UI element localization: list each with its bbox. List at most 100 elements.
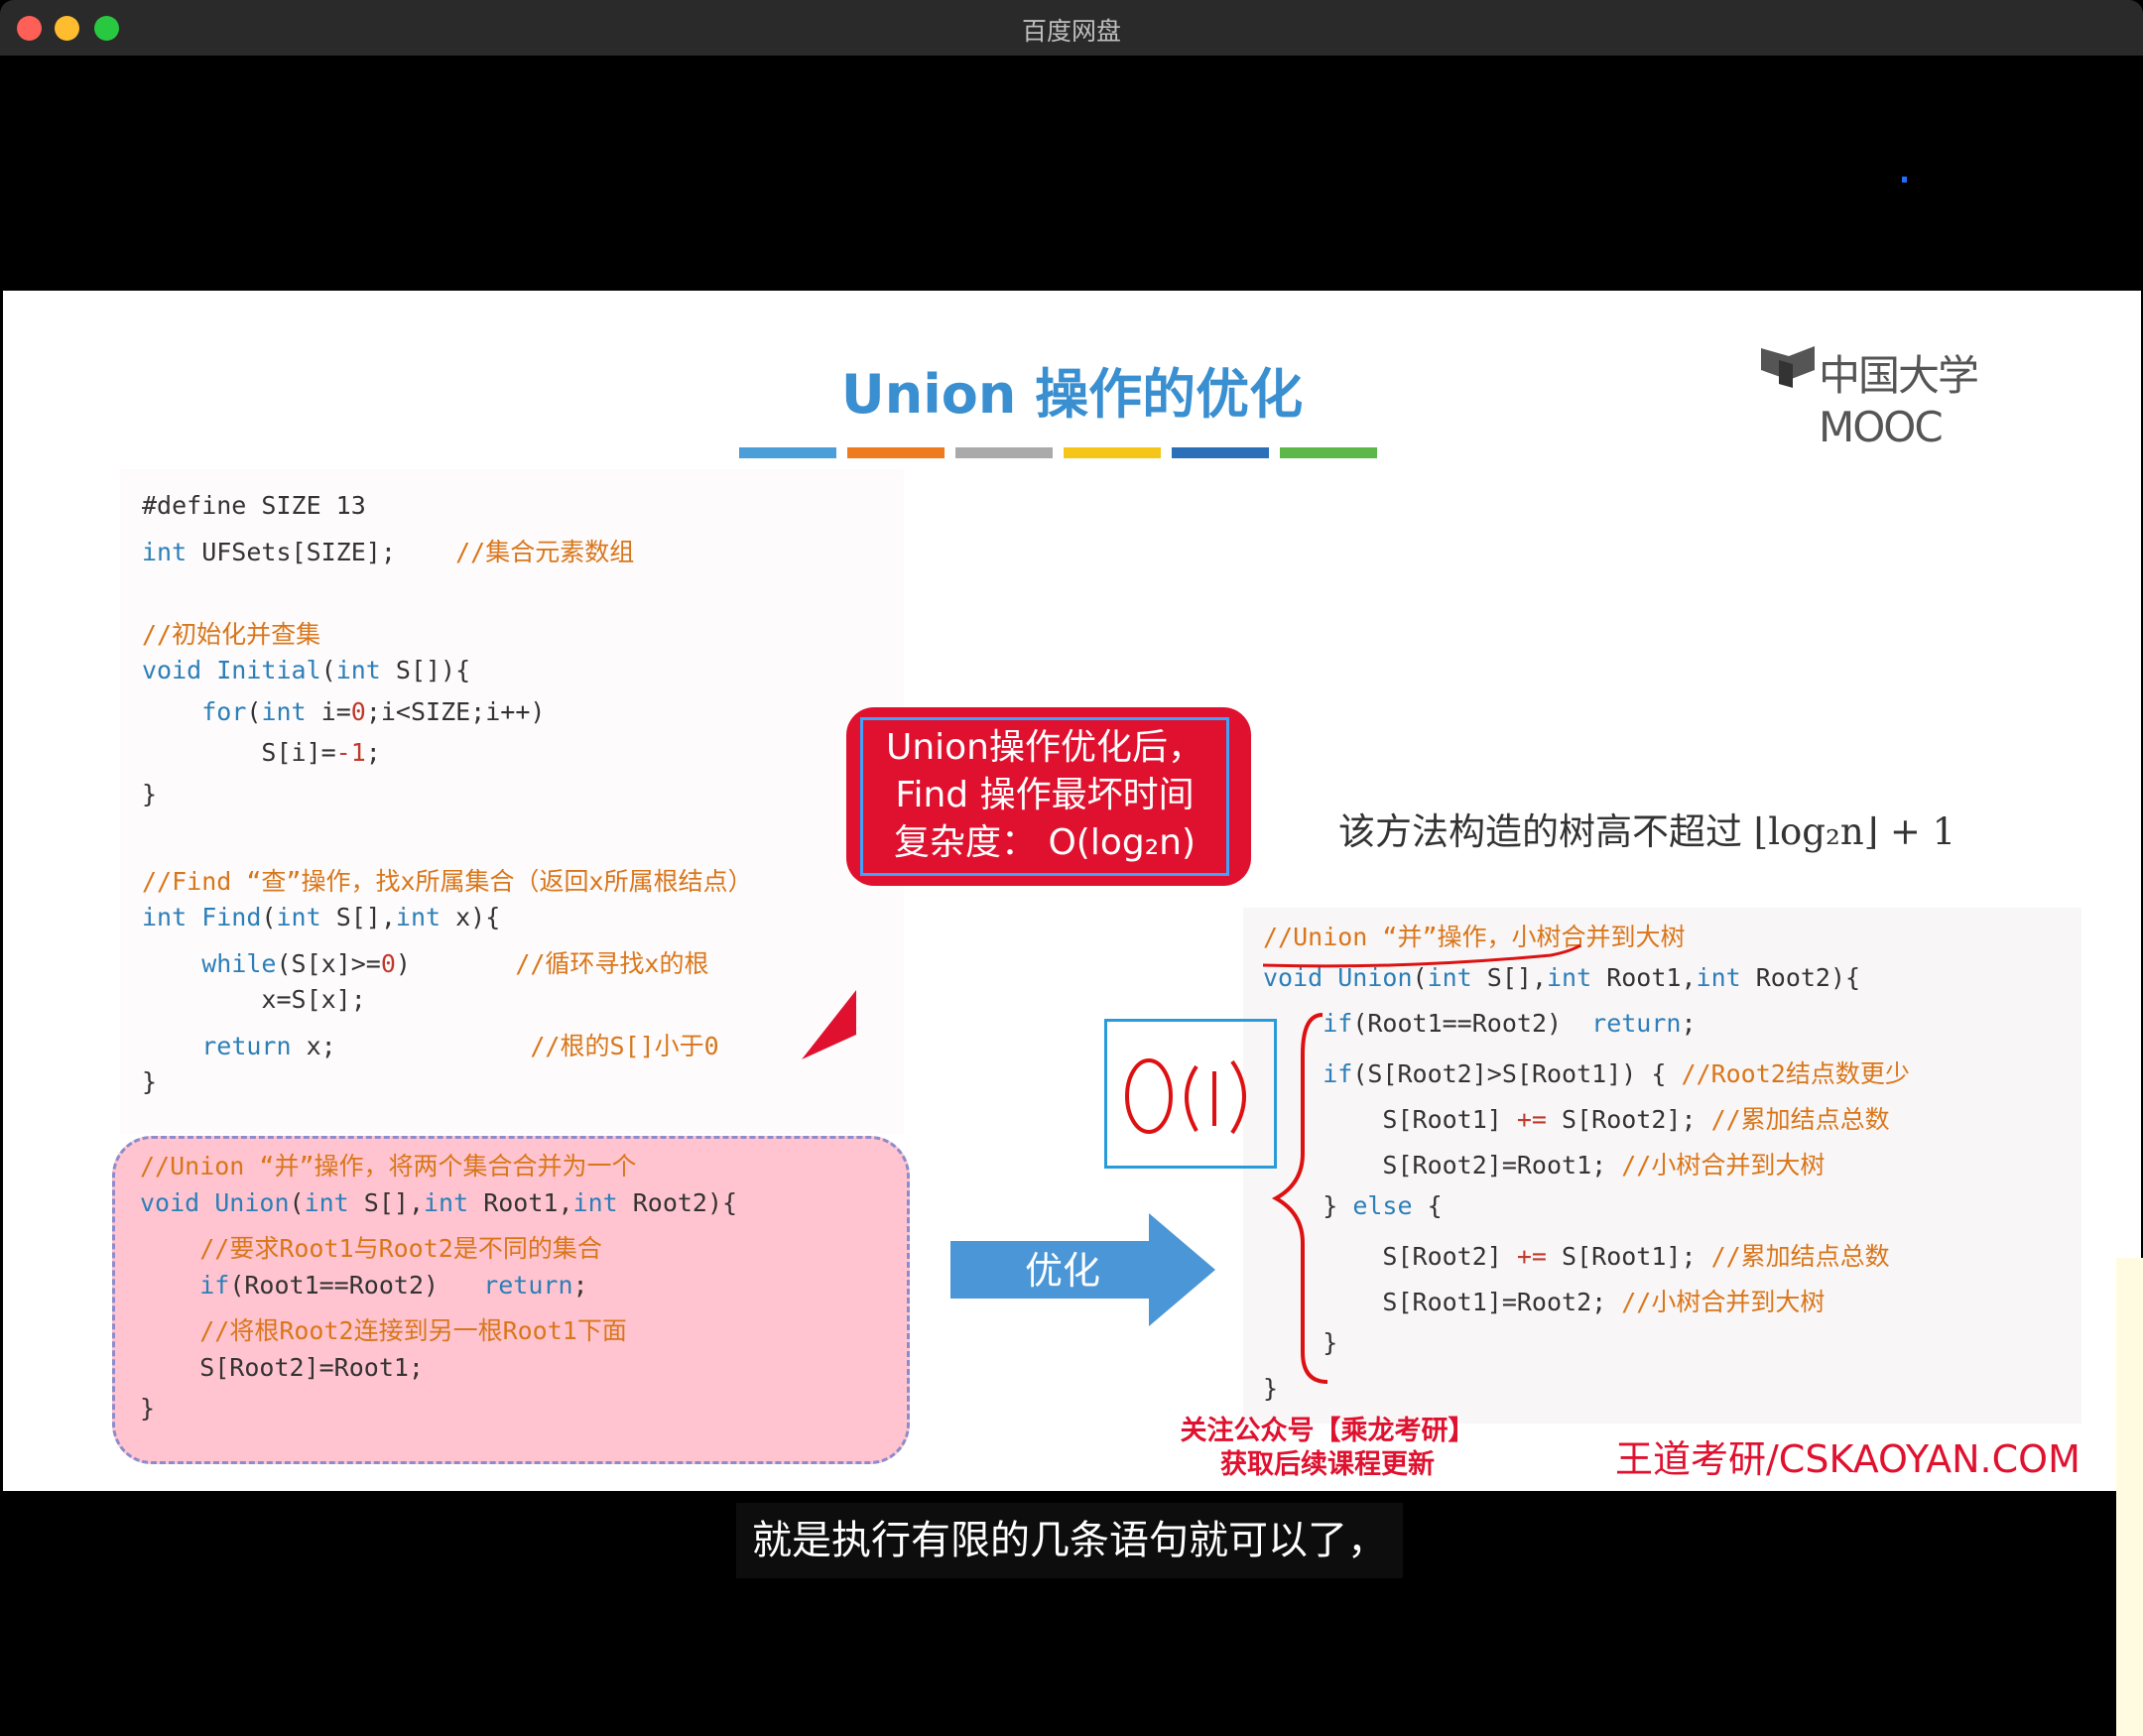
code-token: i= bbox=[306, 696, 351, 726]
code-token: void Initial bbox=[142, 656, 321, 684]
code-token: ( bbox=[261, 903, 277, 931]
code-token: S[], bbox=[320, 903, 396, 931]
code-token: Root2){ bbox=[1740, 963, 1861, 992]
mooc-logo-text: 中国大学MOOC bbox=[1819, 351, 1979, 451]
code-line: //将根Root2连接到另一根Root1下面 bbox=[140, 1311, 627, 1347]
code-line: S[Root1] += S[Root2]; //累加结点总数 bbox=[1263, 1100, 1890, 1136]
code-token: 0 bbox=[350, 696, 366, 726]
code-token: //将根Root2连接到另一根Root1下面 bbox=[199, 1316, 627, 1345]
code-token: UFSets[SIZE]; bbox=[187, 537, 456, 566]
promo-text: 关注公众号【乘龙考研】 获取后续课程更新 bbox=[1179, 1415, 1476, 1482]
code-token: ;i<SIZE;i++) bbox=[365, 696, 546, 726]
union-optimized-code-block: //Union “并”操作，小树合并到大树 void Union(int S[],… bbox=[1243, 908, 2081, 1424]
code-token: ( bbox=[320, 656, 336, 684]
code-line: if(S[Root2]>S[Root1]) { //Root2结点数更少 bbox=[1263, 1054, 1910, 1090]
color-bar-segment bbox=[1280, 447, 1377, 458]
mooc-logo: 中国大学MOOC bbox=[1759, 340, 2086, 451]
code-token: int bbox=[424, 1187, 469, 1217]
code-token: (Root1==Root2) bbox=[1352, 1009, 1592, 1038]
window-titlebar: 百度网盘 bbox=[0, 0, 2143, 56]
color-bar-segment bbox=[739, 447, 836, 458]
code-token: ) bbox=[395, 948, 516, 978]
site-watermark: 王道考研/CSKAOYAN.COM bbox=[1615, 1437, 2080, 1481]
video-subtitle: 就是执行有限的几条语句就可以了， bbox=[736, 1503, 1403, 1578]
promo-line-1: 关注公众号【乘龙考研】 bbox=[1180, 1416, 1475, 1446]
code-line: S[i]=-1; bbox=[142, 738, 381, 767]
code-line: S[Root1]=Root2; //小树合并到大树 bbox=[1263, 1283, 1825, 1318]
callout-line-1: Union操作优化后， bbox=[885, 727, 1203, 768]
code-line: } bbox=[142, 780, 157, 808]
code-token: { bbox=[1412, 1191, 1443, 1220]
code-line: if(Root1==Root2) return; bbox=[140, 1270, 587, 1300]
tree-height-note: 该方法构造的树高不超过 ⌊log₂n⌋ + 1 bbox=[1338, 810, 1956, 853]
code-token: 0 bbox=[380, 948, 396, 978]
code-token: ( bbox=[246, 696, 262, 726]
code-token: int bbox=[142, 537, 188, 566]
color-bar-segment bbox=[1172, 447, 1269, 458]
code-line: void Initial(int S[]){ bbox=[142, 656, 470, 684]
callout-line-3: 复杂度： O(log₂n) bbox=[894, 822, 1196, 863]
code-token: ; bbox=[365, 738, 381, 767]
code-token: //累加结点总数 bbox=[1710, 1105, 1890, 1134]
code-line: } bbox=[140, 1394, 155, 1423]
code-token: S[Root2]=Root1; bbox=[140, 1352, 424, 1382]
code-line: #define SIZE 13 bbox=[142, 491, 366, 520]
code-line: void Union(int S[],int Root1,int Root2){ bbox=[140, 1188, 737, 1217]
code-token: //要求Root1与Root2是不同的集合 bbox=[199, 1234, 602, 1263]
code-token: Root1, bbox=[468, 1187, 573, 1217]
code-line: S[Root2] += S[Root1]; //累加结点总数 bbox=[1263, 1237, 1890, 1273]
code-line: while(S[x]>=0) //循环寻找x的根 bbox=[142, 944, 708, 980]
code-token: } bbox=[142, 779, 158, 808]
callout-text: Union操作优化后， Find 操作最坏时间 复杂度： O(log₂n) bbox=[860, 717, 1229, 876]
code-token: //初始化并查集 bbox=[142, 619, 321, 649]
code-token: return bbox=[1591, 1009, 1682, 1038]
code-token: //Union “并”操作，将两个集合合并为一个 bbox=[140, 1152, 637, 1180]
code-line: } bbox=[142, 1067, 157, 1096]
code-token: //累加结点总数 bbox=[1710, 1242, 1890, 1271]
code-token: int bbox=[304, 1187, 349, 1217]
code-token: void Union bbox=[140, 1187, 290, 1217]
complexity-callout: Union操作优化后， Find 操作最坏时间 复杂度： O(log₂n) bbox=[846, 707, 1251, 886]
code-token: //根的S[]小于0 bbox=[530, 1031, 719, 1060]
code-token: -1 bbox=[335, 738, 366, 767]
code-token: S[Root2]; bbox=[1546, 1105, 1711, 1134]
promo-line-2: 获取后续课程更新 bbox=[1220, 1449, 1435, 1480]
code-line: int UFSets[SIZE]; //集合元素数组 bbox=[142, 533, 634, 568]
code-line: int Find(int S[],int x){ bbox=[142, 903, 500, 931]
code-token: x; bbox=[291, 1031, 531, 1060]
code-token: } bbox=[140, 1394, 156, 1423]
code-token: int bbox=[276, 903, 321, 931]
color-bar-segment bbox=[847, 447, 945, 458]
code-token: int Find bbox=[142, 903, 262, 931]
code-token: else bbox=[1352, 1191, 1413, 1220]
code-token: S[i]= bbox=[142, 738, 336, 767]
code-token: int bbox=[395, 903, 441, 931]
code-token: //Root2结点数更少 bbox=[1681, 1059, 1910, 1088]
code-token: int bbox=[261, 696, 307, 726]
code-token: ; bbox=[1681, 1009, 1697, 1038]
code-token: S[]){ bbox=[380, 656, 471, 684]
code-token: ( bbox=[289, 1187, 305, 1217]
code-token: //循环寻找x的根 bbox=[515, 948, 709, 978]
code-line: //要求Root1与Root2是不同的集合 bbox=[140, 1229, 602, 1265]
code-token: S[], bbox=[348, 1187, 424, 1217]
code-token: //集合元素数组 bbox=[455, 537, 635, 566]
optimize-arrow-label: 优化 bbox=[1025, 1249, 1101, 1293]
code-token: while bbox=[201, 948, 277, 978]
mooc-logo-icon bbox=[1761, 346, 1815, 388]
code-line: x=S[x]; bbox=[142, 985, 366, 1014]
code-line: return x; //根的S[]小于0 bbox=[142, 1027, 719, 1062]
code-token: //小树合并到大树 bbox=[1621, 1151, 1826, 1179]
cursor-dot bbox=[1902, 177, 1907, 183]
code-token: Root2){ bbox=[617, 1187, 738, 1217]
color-bar-segment bbox=[1064, 447, 1161, 458]
code-token: return bbox=[483, 1270, 573, 1300]
code-line: //初始化并查集 bbox=[142, 615, 320, 651]
code-token: S[Root1]; bbox=[1546, 1242, 1711, 1271]
code-token: x=S[x]; bbox=[142, 985, 366, 1014]
